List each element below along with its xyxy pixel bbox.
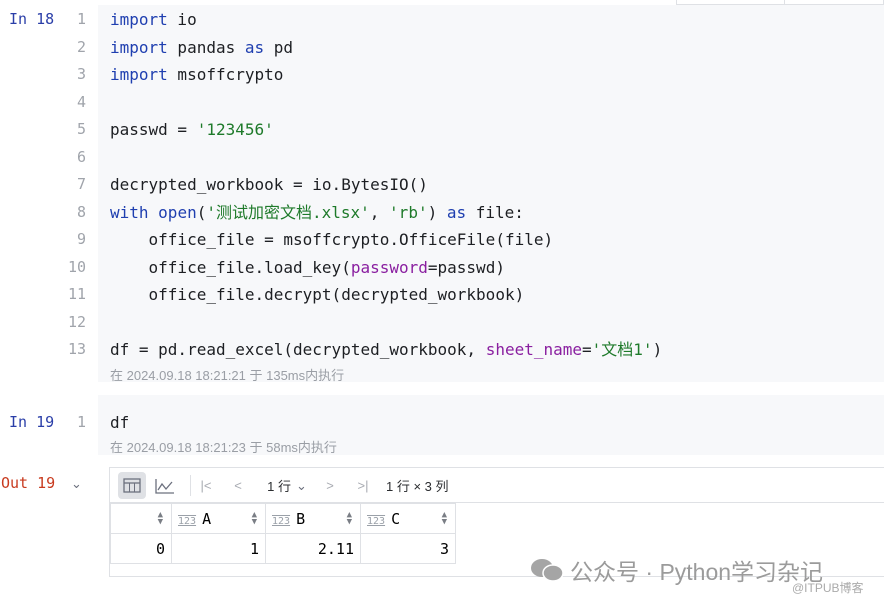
number-type-icon: 123: [178, 515, 197, 527]
sort-icon[interactable]: ▲ ▼: [252, 511, 257, 527]
code-token: =passwd): [427, 257, 505, 277]
code-token: ,: [369, 202, 390, 222]
code-token: '测试加密文档.xlsx': [206, 202, 370, 222]
code-line[interactable]: office_file.load_key(password=passwd): [110, 254, 505, 282]
code-token: office_file.load_key(: [110, 257, 351, 277]
code-token: office_file.decrypt(decrypted_workbook): [110, 285, 525, 304]
shape-label: 1 行 × 3 列: [386, 479, 449, 494]
code-token: '123456': [196, 120, 274, 139]
code-token: file:: [466, 202, 524, 222]
column-name: B: [296, 509, 306, 528]
code-token: open: [158, 202, 197, 222]
code-token: 'rb': [389, 202, 428, 222]
first-page-icon[interactable]: |<: [198, 472, 214, 499]
wechat-icon: [531, 559, 564, 582]
line-number: 8: [76, 202, 86, 221]
code-line[interactable]: import msoffcrypto: [110, 61, 283, 89]
number-type-icon: 123: [272, 515, 291, 527]
code-token: import: [110, 65, 168, 84]
code-token: sheet_name: [485, 340, 583, 359]
line-number: 3: [76, 65, 86, 83]
code-token: io: [167, 10, 197, 29]
watermark: 公众号 · Python学习杂记: [530, 553, 823, 587]
line-number: 2: [76, 37, 86, 56]
code-line[interactable]: decrypted_workbook = io.BytesIO(): [110, 171, 428, 199]
line-number: 1: [76, 10, 86, 28]
number-type-icon: 123: [367, 515, 386, 527]
code-token: as: [244, 37, 265, 57]
execution-info: 在 2024.09.18 18:21:23 于 58ms内执行: [110, 440, 337, 455]
line-number: 1: [76, 413, 86, 431]
code-token: as: [446, 202, 467, 222]
cell-value[interactable]: 3: [360, 533, 456, 564]
code-token: password: [350, 257, 428, 277]
sort-icon[interactable]: ▲ ▼: [347, 511, 352, 527]
code-line[interactable]: office_file = msoffcrypto.OfficeFile(fil…: [110, 226, 554, 254]
column-header[interactable]: 123 B ▲ ▼: [265, 503, 361, 534]
rows-per-page-select[interactable]: 1 行 ⌄: [262, 472, 312, 499]
line-number: 6: [76, 147, 86, 166]
execution-info: 在 2024.09.18 18:21:21 于 135ms内执行: [110, 368, 345, 383]
code-token: office_file = msoffcrypto.OfficeFile(fil…: [110, 230, 554, 249]
next-page-icon[interactable]: >: [322, 472, 338, 499]
code-line[interactable]: office_file.decrypt(decrypted_workbook): [110, 281, 525, 309]
rows-selector-label: 1 行: [267, 479, 291, 494]
code-line[interactable]: df: [110, 409, 129, 437]
code-token: ): [427, 202, 447, 222]
output-prompt: Out 19: [1, 474, 56, 492]
column-header[interactable]: 123 C ▲ ▼: [360, 503, 456, 534]
line-number: 13: [67, 340, 86, 358]
watermark-source: @ITPUB博客: [792, 581, 864, 595]
line-number: 11: [67, 285, 86, 303]
table-row: 0 1 2.11 3: [110, 533, 456, 564]
dataframe-table: ▲ ▼ 123 A ▲ ▼ 123 B ▲ ▼ 123 C ▲ ▼ 0 1 2.11 3: [110, 503, 456, 564]
line-number: 5: [76, 120, 86, 138]
column-name: A: [202, 509, 212, 528]
code-token: import: [110, 10, 168, 29]
code-token: decrypted_workbook = io.BytesIO(): [110, 175, 428, 194]
code-token: with: [110, 202, 149, 222]
cell-value[interactable]: 2.11: [265, 533, 361, 564]
cell-value[interactable]: 1: [171, 533, 266, 564]
line-number: 4: [76, 92, 86, 111]
index-header[interactable]: ▲ ▼: [110, 503, 172, 534]
line-number: 7: [76, 175, 86, 193]
line-number: 10: [67, 257, 86, 276]
code-token: ): [652, 340, 663, 359]
code-token: pandas: [167, 37, 245, 57]
code-token: (: [196, 202, 207, 222]
toolbar-divider: [190, 475, 191, 496]
output-toolbar: |< < 1 行 ⌄ > >| 1 行 × 3 列: [110, 468, 884, 503]
code-token: msoffcrypto: [167, 65, 284, 84]
column-name: C: [391, 509, 401, 528]
code-line[interactable]: with open('测试加密文档.xlsx', 'rb') as file:: [110, 199, 524, 227]
line-number: 9: [76, 230, 86, 248]
code-token: =: [582, 340, 592, 359]
sort-icon[interactable]: ▲ ▼: [442, 511, 447, 527]
code-token: import: [110, 37, 168, 57]
chart-view-icon[interactable]: [152, 472, 178, 499]
column-header[interactable]: 123 A ▲ ▼: [171, 503, 266, 534]
code-line[interactable]: df = pd.read_excel(decrypted_workbook, s…: [110, 336, 662, 364]
code-token: df: [110, 413, 130, 432]
collapse-output-chevron-icon[interactable]: ⌄: [71, 476, 82, 492]
code-token: '文档1': [591, 340, 653, 359]
code-token: df = pd.read_excel(decrypted_workbook,: [110, 340, 486, 359]
code-line[interactable]: import io: [110, 6, 197, 34]
line-number: 12: [67, 312, 86, 331]
sort-icon[interactable]: ▲ ▼: [158, 511, 163, 527]
header-row: ▲ ▼ 123 A ▲ ▼ 123 B ▲ ▼ 123 C ▲ ▼: [110, 503, 456, 534]
table-view-icon[interactable]: [118, 472, 146, 499]
row-index: 0: [110, 533, 172, 564]
code-line[interactable]: import pandas as pd: [110, 34, 293, 62]
code-token: passwd =: [110, 120, 197, 139]
code-line[interactable]: passwd = '123456': [110, 116, 274, 144]
prev-page-icon[interactable]: <: [230, 472, 246, 499]
last-page-icon[interactable]: >|: [354, 472, 372, 499]
watermark-text: 公众号 · Python学习杂记: [570, 559, 824, 585]
chevron-down-icon: ⌄: [295, 477, 307, 493]
code-token: pd: [264, 37, 294, 57]
